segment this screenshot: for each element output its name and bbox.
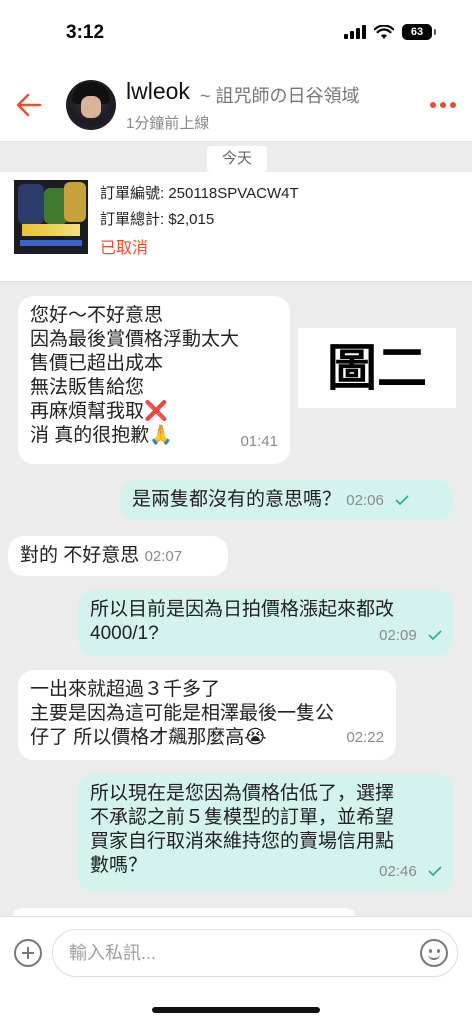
shop-name[interactable]: lwleok — [126, 78, 190, 105]
message-input-bar — [0, 916, 472, 1024]
order-status: 已取消 — [100, 240, 149, 257]
status-bar: 3:12 63 — [0, 0, 472, 66]
status-icons: 63 — [344, 24, 436, 40]
online-status: 1分鐘前上線 — [126, 115, 210, 132]
order-card[interactable]: 訂單編號: 250118SPVACW4T 訂單總計: $2,015 已取消 — [0, 172, 472, 282]
battery-icon: 63 — [402, 24, 436, 40]
message-bubble-outgoing[interactable]: 所以目前是因為日拍價格漲起來都改 4000/1? 02:09 — [78, 590, 454, 656]
message-time: 02:09 — [379, 627, 417, 644]
message-input[interactable] — [52, 929, 458, 977]
shop-subtitle: ~ 詛咒師の日谷領域 — [200, 86, 360, 106]
back-arrow-icon[interactable] — [14, 90, 44, 120]
message-bubble-outgoing[interactable]: 是兩隻都沒有的意思嗎？ 02:06 — [120, 480, 454, 520]
status-time: 3:12 — [66, 22, 105, 43]
message-meta: 02:46 — [379, 859, 442, 884]
cellular-signal-icon — [344, 25, 366, 39]
message-bubble-incoming[interactable]: 一出來就超過３千多了 主要是因為這可能是相澤最後一隻公 仔了 所以價格才飆那麼高… — [18, 670, 396, 760]
message-bubble-incoming[interactable]: 對的 不好意思 02:07 — [8, 536, 228, 576]
message-meta: 02:09 — [379, 623, 442, 648]
message-time: 02:46 — [379, 863, 417, 880]
message-text: 一出來就超過３千多了 主要是因為這可能是相澤最後一隻公 仔了 所以價格才飆那麼高… — [30, 679, 335, 748]
message-time: 02:22 — [346, 729, 384, 746]
more-dots-icon[interactable] — [430, 102, 456, 108]
order-number: 訂單編號: 250118SPVACW4T — [100, 185, 299, 202]
order-product-image — [14, 180, 88, 254]
add-attachment-icon[interactable] — [14, 939, 42, 967]
home-indicator — [152, 1007, 320, 1013]
message-bubble-outgoing[interactable]: 所以現在是您因為價格估低了，選擇 不承認之前５隻模型的訂單，並希望 買家自行取消… — [78, 774, 454, 892]
date-divider: 今天 — [207, 146, 267, 172]
message-bubble-incoming[interactable]: 您好～不好意思 因為最後賞價格浮動太大 售價已超出成本 無法販售給您 再麻煩幫我… — [18, 296, 290, 464]
avatar[interactable] — [66, 80, 116, 130]
message-text: 您好～不好意思 因為最後賞價格浮動太大 售價已超出成本 無法販售給您 再麻煩幫我… — [30, 305, 240, 446]
message-text: 是兩隻都沒有的意思嗎？ — [132, 489, 342, 510]
message-time: 02:07 — [144, 548, 183, 565]
read-check-icon — [428, 630, 442, 640]
message-time: 02:06 — [346, 492, 384, 509]
avatar-face — [81, 96, 101, 118]
order-total: 訂單總計: $2,015 — [100, 211, 215, 228]
emoji-icon[interactable] — [420, 939, 448, 967]
wifi-icon — [374, 24, 394, 39]
read-check-icon — [428, 866, 442, 876]
message-text: 對的 不好意思 — [20, 545, 140, 566]
message-time: 01:41 — [240, 433, 278, 450]
chat-header: lwleok ~ 詛咒師の日谷領域 1分鐘前上線 — [0, 66, 472, 142]
figure-label: 圖二 — [298, 328, 456, 408]
read-check-icon — [395, 495, 409, 505]
